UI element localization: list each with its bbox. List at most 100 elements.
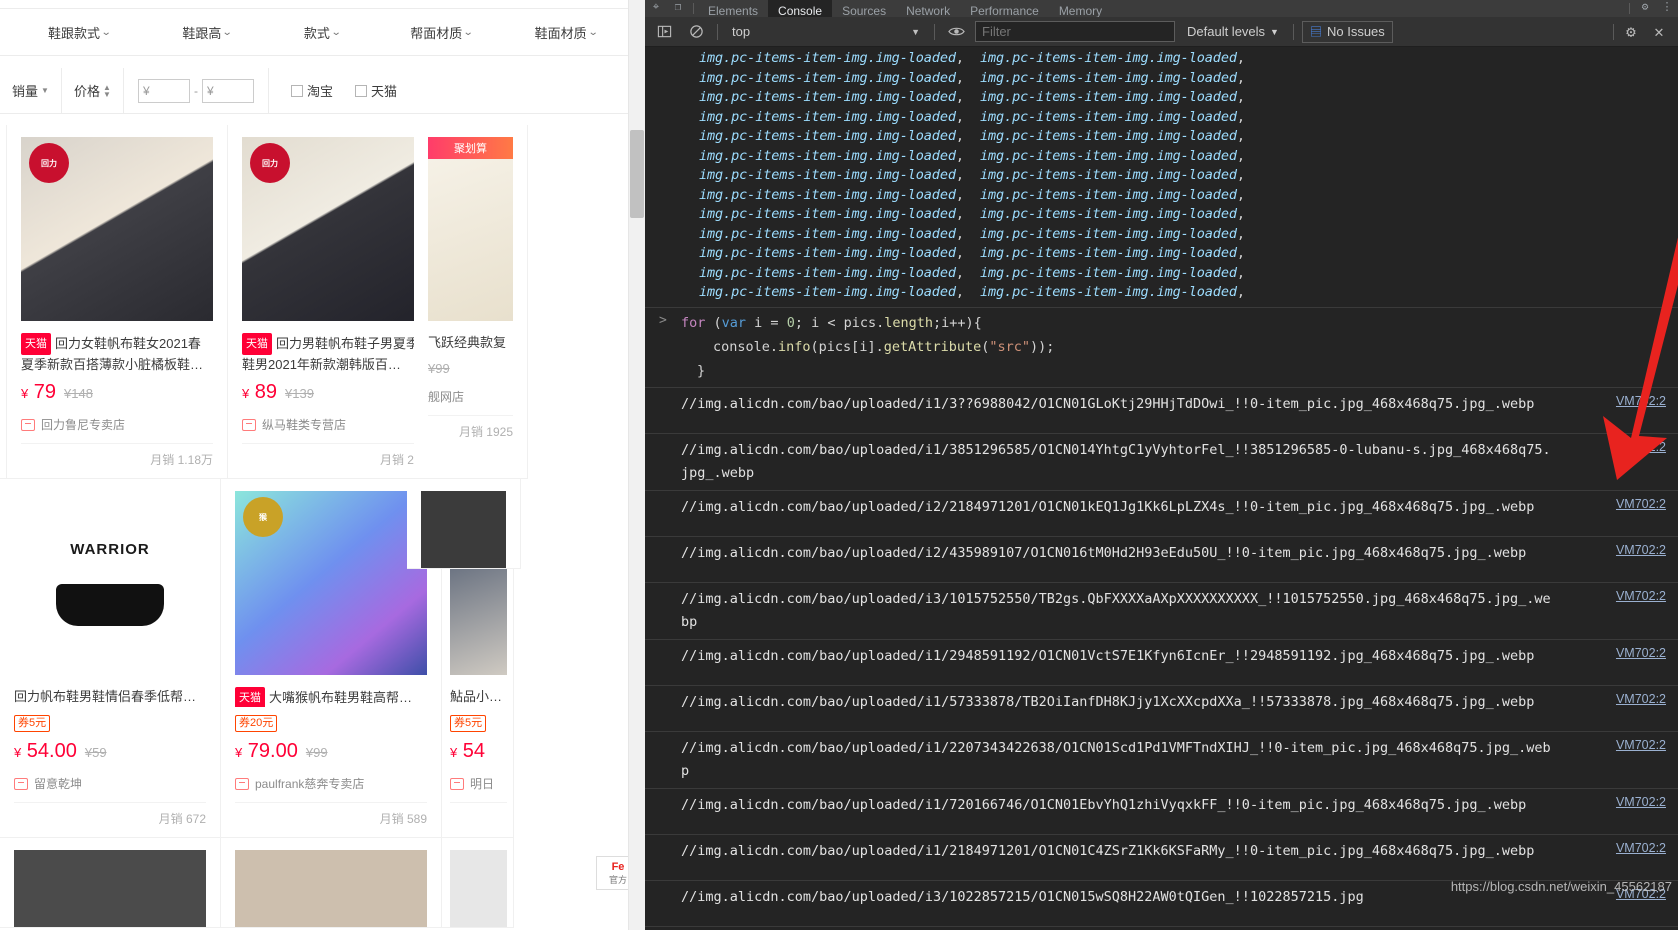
- log-level-selector[interactable]: Default levels ▼: [1181, 24, 1285, 39]
- filter-heel-height[interactable]: 鞋跟高 ⌄: [182, 23, 233, 42]
- original-price: ¥139: [285, 386, 314, 401]
- tab-sources[interactable]: Sources: [832, 0, 896, 17]
- filter-heel-style[interactable]: 鞋跟款式 ⌄: [48, 23, 112, 42]
- product-image[interactable]: [235, 850, 427, 927]
- filter-shoe-surface-material[interactable]: 鞋面材质 ⌄: [535, 23, 599, 42]
- console-message-text: //img.alicdn.com/bao/uploaded/i1/3??6988…: [681, 395, 1535, 412]
- product-card[interactable]: [407, 479, 521, 569]
- shop-line[interactable]: 回力鲁尼专卖店: [21, 416, 213, 444]
- console-message-text: //img.alicdn.com/bao/uploaded/i2/2184971…: [681, 498, 1535, 515]
- filter-label: 帮面材质: [410, 25, 463, 41]
- tab-elements[interactable]: Elements: [698, 0, 768, 17]
- inspect-element-icon[interactable]: ⌖: [645, 0, 667, 17]
- console-message-text: //img.alicdn.com/bao/uploaded/i1/7201667…: [681, 796, 1527, 813]
- product-image[interactable]: 回力: [242, 137, 434, 321]
- price-min-input[interactable]: ¥: [138, 78, 190, 103]
- clear-console-icon[interactable]: [683, 20, 709, 44]
- shop-line[interactable]: 舰网店: [428, 388, 513, 416]
- product-card[interactable]: 黑男鞋子纯黑色高… ¥69 店 月销 264: [0, 125, 7, 479]
- product-title[interactable]: 天猫 回力女鞋帆布鞋女2021春夏季新款百搭薄款小脏橘板鞋…: [21, 333, 213, 373]
- product-card[interactable]: 聚划算 飞跃经典款复古… ¥99 舰网店 月销 1925: [414, 125, 528, 479]
- console-message-source-link[interactable]: VM702:2: [1616, 589, 1666, 603]
- gear-icon[interactable]: ⚙: [1618, 20, 1644, 44]
- product-title[interactable]: 飞跃经典款复古…: [428, 333, 513, 353]
- prompt-caret-icon: >: [659, 312, 667, 328]
- code-line-1: for (var i = 0; i < pics.length;i++){: [681, 314, 982, 331]
- shop-line[interactable]: 明日: [450, 775, 507, 803]
- shop-line[interactable]: 留意乾坤: [14, 775, 206, 803]
- tab-performance[interactable]: Performance: [960, 0, 1049, 17]
- console-filter-input[interactable]: [975, 21, 1175, 42]
- monthly-sales: 月销 589: [379, 812, 427, 826]
- chevron-down-icon: ⌄: [330, 26, 342, 38]
- filter-style[interactable]: 款式 ⌄: [304, 23, 342, 42]
- issues-label: No Issues: [1326, 24, 1385, 39]
- currency-symbol: ¥: [207, 83, 214, 98]
- selector-line: img.pc-items-item-img.img-loaded, img.pc…: [699, 167, 1245, 183]
- console-input-expression[interactable]: > for (var i = 0; i < pics.length;i++){ …: [645, 308, 1678, 388]
- console-message-source-link[interactable]: VM702:2: [1616, 497, 1666, 511]
- coupon-badge: 券20元: [235, 715, 278, 732]
- csdn-watermark: https://blog.csdn.net/weixin_45562187: [1450, 879, 1672, 894]
- price-max-input[interactable]: ¥: [202, 78, 254, 103]
- filter-label: 鞋跟高: [182, 25, 222, 41]
- console-message-row: //img.alicdn.com/bao/uploaded/i1/3??6988…: [645, 388, 1678, 434]
- product-image[interactable]: [14, 850, 206, 927]
- product-image[interactable]: WARRIOR: [14, 491, 206, 675]
- shop-icon: [450, 777, 464, 790]
- issues-button[interactable]: ▤ No Issues: [1301, 20, 1393, 43]
- product-title[interactable]: 天猫 回力男鞋帆布鞋子男夏季板鞋男2021年新款潮韩版百…: [242, 333, 434, 373]
- gear-icon[interactable]: ⚙: [1634, 0, 1656, 17]
- original-price: ¥59: [84, 745, 107, 760]
- page-scrollbar[interactable]: [628, 0, 645, 930]
- product-card[interactable]: [442, 838, 514, 928]
- sort-by-price[interactable]: 价格 ▲ ▼: [62, 67, 124, 114]
- shop-name: 明日: [470, 777, 495, 791]
- current-price: ¥ 79.00: [235, 740, 298, 762]
- product-title[interactable]: 鮎品小…: [450, 687, 507, 707]
- console-message-source-link[interactable]: VM702:2: [1616, 394, 1666, 408]
- live-expression-icon[interactable]: [943, 20, 969, 44]
- sort-by-sales[interactable]: 销量 ▼: [0, 67, 62, 114]
- product-title[interactable]: 天猫 大嘴猴帆布鞋男鞋高帮…: [235, 687, 427, 707]
- shop-line[interactable]: 纵马鞋类专营店: [242, 416, 434, 444]
- console-message-text: //img.alicdn.com/bao/uploaded/i1/2207343…: [681, 739, 1551, 779]
- product-image[interactable]: 聚划算: [428, 137, 513, 321]
- product-image[interactable]: 回力: [21, 137, 213, 321]
- product-image[interactable]: [421, 491, 506, 568]
- console-message-source-link[interactable]: VM702:2: [1616, 440, 1666, 454]
- tab-network[interactable]: Network: [896, 0, 960, 17]
- execution-context-selector[interactable]: top ▼: [726, 20, 926, 43]
- checkbox-taobao[interactable]: 淘宝: [291, 81, 333, 100]
- console-message-row: //img.alicdn.com/bao/uploaded/i3/1015752…: [645, 583, 1678, 640]
- console-message-source-link[interactable]: VM702:2: [1616, 738, 1666, 752]
- original-price: ¥148: [64, 386, 93, 401]
- selector-line: img.pc-items-item-img.img-loaded, img.pc…: [699, 284, 1245, 300]
- product-card[interactable]: [0, 838, 221, 928]
- console-message-source-link[interactable]: VM702:2: [1616, 795, 1666, 809]
- console-message-source-link[interactable]: VM702:2: [1616, 646, 1666, 660]
- tab-memory[interactable]: Memory: [1049, 0, 1112, 17]
- more-vertical-icon[interactable]: ⋮: [1656, 0, 1678, 17]
- tab-console[interactable]: Console: [768, 0, 833, 17]
- filter-upper-material[interactable]: 帮面材质 ⌄: [410, 23, 474, 42]
- product-image[interactable]: [450, 850, 507, 927]
- shop-line[interactable]: paulfrank慈奔专卖店: [235, 775, 427, 803]
- console-message-text: //img.alicdn.com/bao/uploaded/i1/3851296…: [681, 441, 1551, 481]
- product-card[interactable]: [221, 838, 442, 928]
- show-console-sidebar-icon[interactable]: [651, 20, 677, 44]
- console-message-source-link[interactable]: VM702:2: [1616, 543, 1666, 557]
- console-message-source-link[interactable]: VM702:2: [1616, 692, 1666, 706]
- console-log-area[interactable]: img.pc-items-item-img.img-loaded, img.pc…: [645, 47, 1678, 930]
- filter-label: 鞋跟款式: [48, 25, 101, 41]
- device-toolbar-icon[interactable]: ❐: [667, 0, 689, 17]
- scrollbar-thumb[interactable]: [630, 130, 644, 218]
- product-image[interactable]: 猴: [235, 491, 427, 675]
- checkbox-tmall[interactable]: 天猫: [355, 81, 397, 100]
- sort-and-price-bar: 销量 ▼ 价格 ▲ ▼ ¥ - ¥ 淘宝 天猫: [0, 67, 628, 114]
- product-card[interactable]: WARRIOR 回力帆布鞋男鞋情侣春季低帮… 券5元 ¥ 54.00 ¥59 留…: [0, 479, 221, 838]
- product-card[interactable]: 回力 天猫 回力女鞋帆布鞋女2021春夏季新款百搭薄款小脏橘板鞋… ¥ 79 ¥1…: [7, 125, 228, 479]
- close-devtools-icon[interactable]: ✕: [1646, 20, 1672, 44]
- product-title[interactable]: 回力帆布鞋男鞋情侣春季低帮…: [14, 687, 206, 707]
- console-message-source-link[interactable]: VM702:2: [1616, 841, 1666, 855]
